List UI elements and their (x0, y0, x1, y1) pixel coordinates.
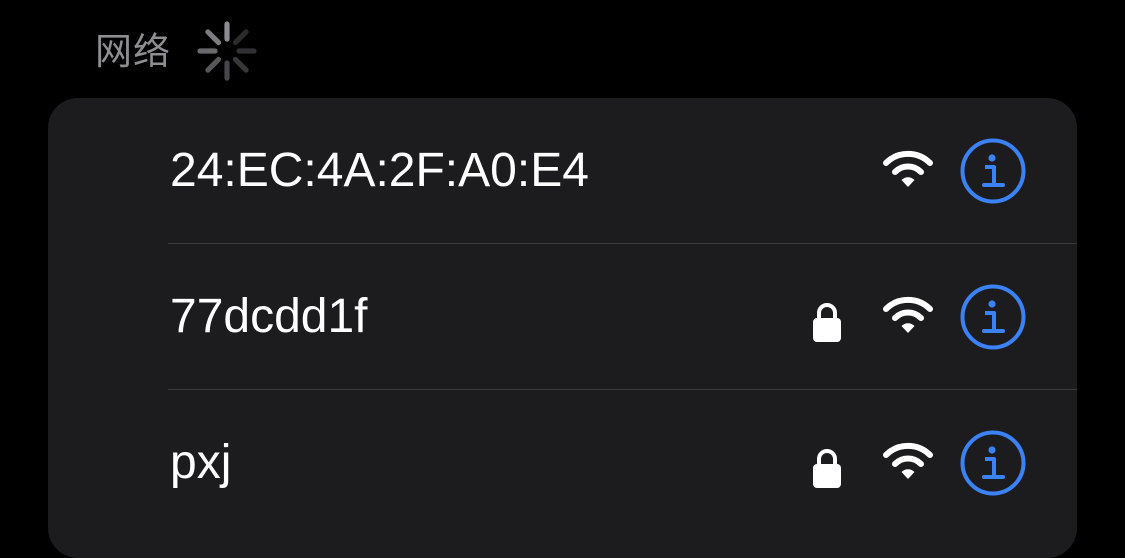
network-name: pxj (170, 436, 232, 489)
networks-section-header: 网络 (95, 21, 257, 81)
network-list: 24:EC:4A:2F:A0:E4 77dcdd1f pxj (48, 98, 1077, 558)
lock-icon (813, 449, 841, 488)
info-button[interactable] (960, 284, 1026, 350)
network-row[interactable]: 24:EC:4A:2F:A0:E4 (48, 98, 1077, 243)
network-row[interactable]: pxj (48, 390, 1077, 535)
network-name: 24:EC:4A:2F:A0:E4 (170, 144, 589, 197)
wifi-icon (883, 442, 933, 479)
wifi-icon (883, 296, 933, 333)
section-title: 网络 (95, 29, 171, 73)
wifi-icon (883, 150, 933, 187)
lock-icon (813, 303, 841, 342)
network-name: 77dcdd1f (170, 290, 368, 343)
network-row[interactable]: 77dcdd1f (48, 244, 1077, 389)
info-button[interactable] (960, 138, 1026, 204)
info-button[interactable] (960, 430, 1026, 496)
activity-spinner-icon (197, 21, 257, 81)
